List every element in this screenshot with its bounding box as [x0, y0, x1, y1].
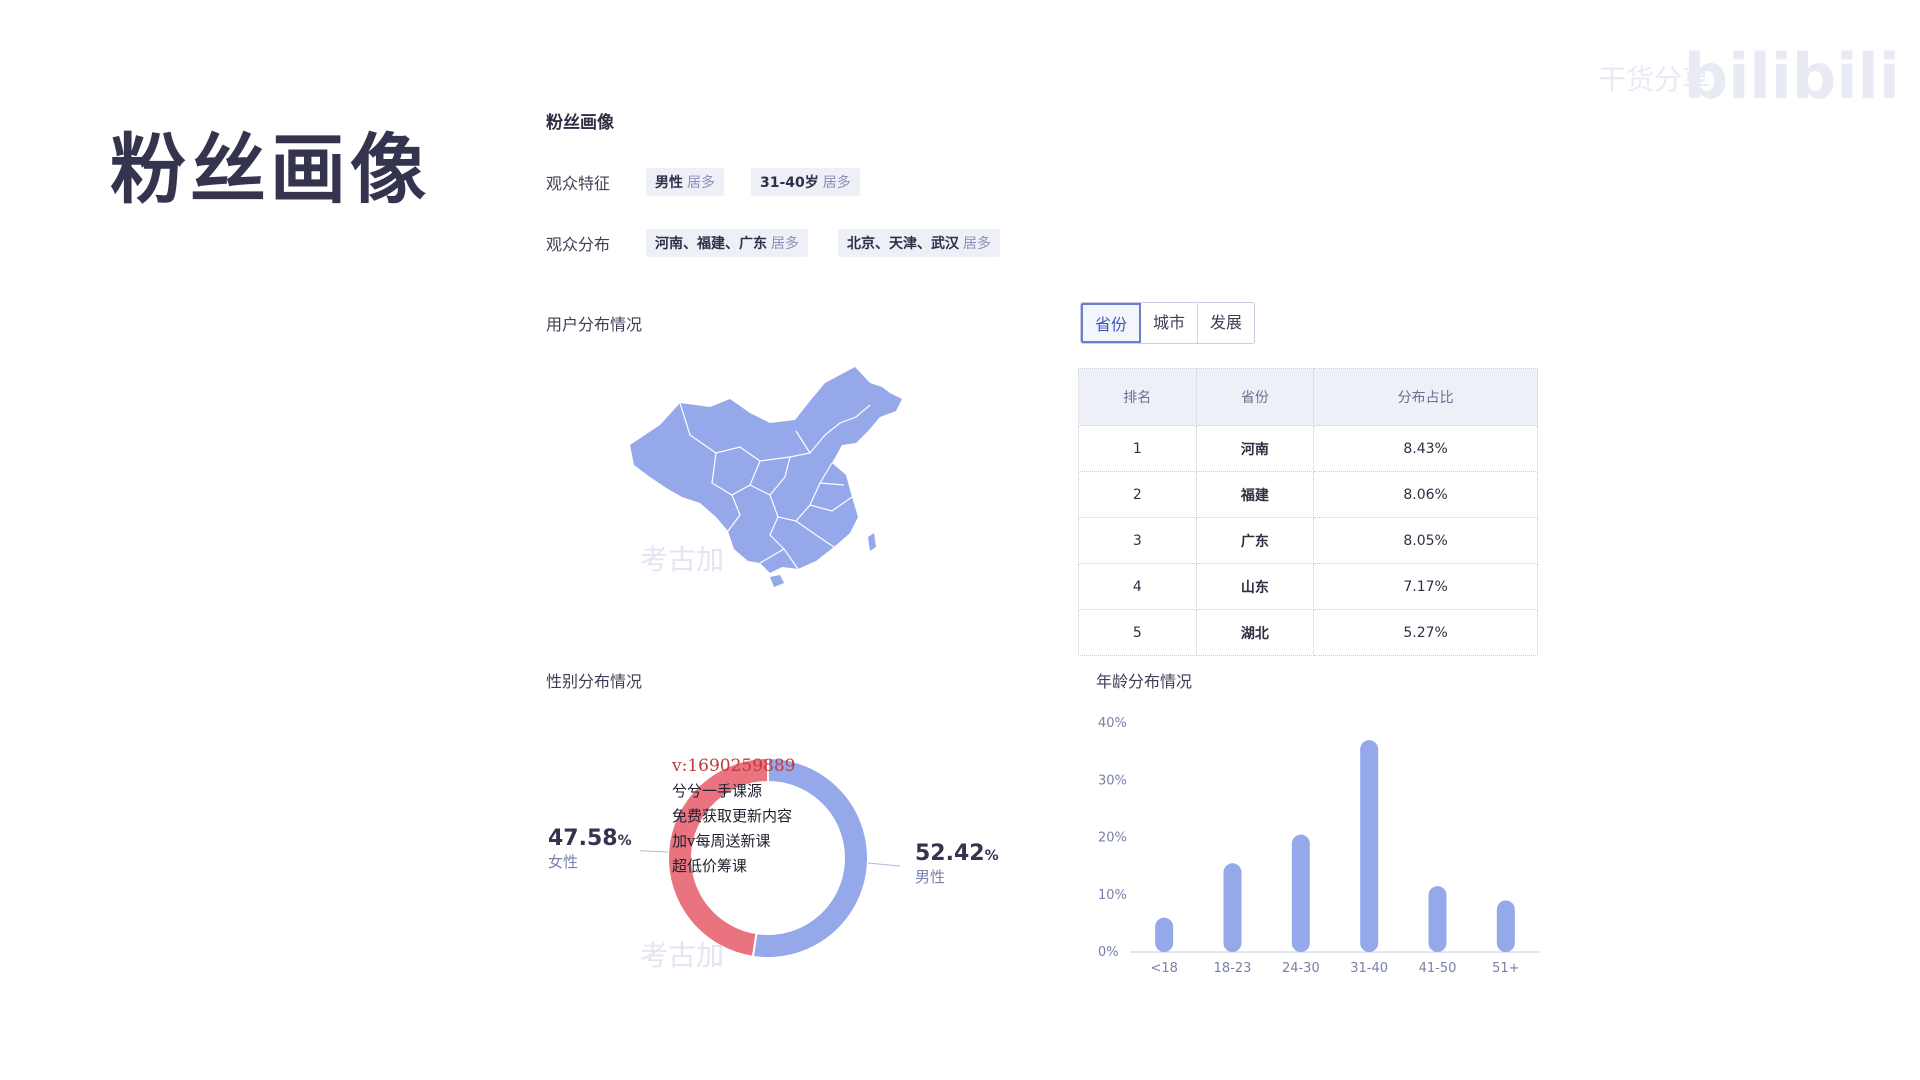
cell-province: 广东: [1195, 517, 1315, 564]
cell-rank: 2: [1078, 471, 1197, 518]
map-region-hainan: [770, 575, 784, 587]
x-tick-label: 41-50: [1419, 961, 1457, 976]
age-bar-24-30: [1291, 834, 1310, 952]
x-tick-label: 24-30: [1282, 961, 1320, 976]
cell-share: 8.06%: [1313, 471, 1538, 518]
female-pct: 47.58%: [548, 826, 632, 851]
distribution-chip-cities: 北京、天津、武汉 居多: [838, 229, 1000, 257]
x-tick-label: <18: [1150, 961, 1177, 976]
page-title: 粉丝画像: [110, 125, 430, 214]
watermark-gender: 考古加: [640, 939, 725, 972]
age-bar-<18: [1155, 917, 1174, 952]
distribution-chip-provinces: 河南、福建、广东 居多: [646, 229, 808, 257]
cell-province: 山东: [1195, 563, 1315, 610]
cell-rank: 4: [1078, 563, 1197, 610]
table-row: 5 湖北 5.27%: [1078, 609, 1538, 656]
y-tick-label: 30%: [1098, 773, 1127, 788]
male-legend: 52.42% 男性: [915, 841, 999, 887]
feature-chip-age: 31-40岁 居多: [751, 168, 860, 196]
age-bar-41-50: [1428, 886, 1447, 952]
chip-value: 31-40岁: [760, 175, 819, 191]
male-pct-sign: %: [984, 848, 999, 864]
table-header-row: 排名 省份 分布占比: [1078, 368, 1538, 426]
section-title: 粉丝画像: [546, 113, 614, 133]
female-pct-sign: %: [617, 833, 632, 849]
overlay-line: 免费获取更新内容: [672, 807, 793, 825]
feature-chip-gender: 男性 居多: [646, 168, 724, 196]
y-tick-label: 40%: [1098, 716, 1127, 731]
male-leader-line: [867, 862, 900, 867]
gender-title: 性别分布情况: [546, 672, 643, 691]
rank-table: 排名 省份 分布占比 1 河南 8.43% 2 福建 8.06% 3 广东 8.…: [1078, 368, 1538, 656]
chip-suffix: 居多: [963, 236, 991, 252]
tab-development[interactable]: 发展: [1198, 303, 1255, 343]
age-bar-31-40: [1360, 740, 1379, 952]
table-row: 2 福建 8.06%: [1078, 471, 1538, 518]
female-legend: 47.58% 女性: [548, 826, 632, 872]
age-bar-chart: 0% 10% 20% 30% 40% <18 18-23 24-30 31-40 41-50 51+: [1098, 716, 1540, 976]
overlay-line: 兮兮一手课源: [672, 782, 763, 800]
y-tick-label: 10%: [1098, 888, 1127, 903]
col-header-share: 分布占比: [1313, 368, 1538, 426]
cell-rank: 1: [1078, 425, 1197, 472]
col-header-province: 省份: [1195, 368, 1315, 426]
overlay-promo-text: v:1690259889 兮兮一手课源 免费获取更新内容 加v每周送新课 超低价…: [672, 754, 796, 879]
chip-value: 男性: [655, 175, 683, 191]
chip-value: 河南、福建、广东: [655, 236, 767, 252]
chip-value: 北京、天津、武汉: [847, 236, 959, 252]
cell-province: 河南: [1195, 425, 1315, 472]
overlay-line-contact: v:1690259889: [672, 756, 796, 776]
cell-province: 湖北: [1195, 609, 1315, 656]
table-row: 4 山东 7.17%: [1078, 563, 1538, 610]
cell-share: 7.17%: [1313, 563, 1538, 610]
overlay-line: 加v每周送新课: [672, 832, 771, 850]
male-label: 男性: [915, 868, 946, 886]
age-bar-51+: [1496, 900, 1515, 952]
female-label: 女性: [548, 853, 579, 871]
x-tick-label: 51+: [1492, 961, 1519, 976]
male-pct-value: 52.42: [915, 841, 985, 866]
cell-share: 8.43%: [1313, 425, 1538, 472]
x-tick-label: 18-23: [1214, 961, 1252, 976]
cell-rank: 5: [1078, 609, 1197, 656]
cell-share: 8.05%: [1313, 517, 1538, 564]
cell-rank: 3: [1078, 517, 1197, 564]
chip-suffix: 居多: [687, 175, 715, 191]
cell-share: 5.27%: [1313, 609, 1538, 656]
region-tabs: 省份 城市 发展: [1080, 302, 1256, 344]
tab-province[interactable]: 省份: [1081, 303, 1142, 343]
age-bar-18-23: [1223, 863, 1242, 952]
chip-suffix: 居多: [771, 236, 799, 252]
male-pct: 52.42%: [915, 841, 999, 866]
y-tick-label: 0%: [1098, 945, 1119, 960]
y-tick-label: 20%: [1098, 831, 1127, 846]
brand-logo: bilibili: [1683, 40, 1900, 113]
map-region-taiwan: [868, 533, 876, 551]
tab-city[interactable]: 城市: [1141, 303, 1199, 343]
female-pct-value: 47.58: [548, 826, 618, 851]
chip-suffix: 居多: [822, 175, 851, 191]
features-label: 观众特征: [546, 174, 611, 193]
user-dist-title: 用户分布情况: [546, 315, 643, 334]
distribution-label: 观众分布: [546, 235, 611, 254]
age-title: 年龄分布情况: [1096, 672, 1193, 691]
cell-province: 福建: [1195, 471, 1315, 518]
table-row: 3 广东 8.05%: [1078, 517, 1538, 564]
table-row: 1 河南 8.43%: [1078, 425, 1538, 472]
overlay-line: 超低价筹课: [672, 857, 748, 875]
age-chart-group: 0% 10% 20% 30% 40% <18 18-23 24-30 31-40 41-50 51+: [1098, 716, 1540, 976]
female-leader-line: [640, 850, 669, 853]
x-tick-label: 31-40: [1350, 961, 1388, 976]
col-header-rank: 排名: [1078, 368, 1197, 426]
watermark-map: 考古加: [640, 543, 725, 576]
